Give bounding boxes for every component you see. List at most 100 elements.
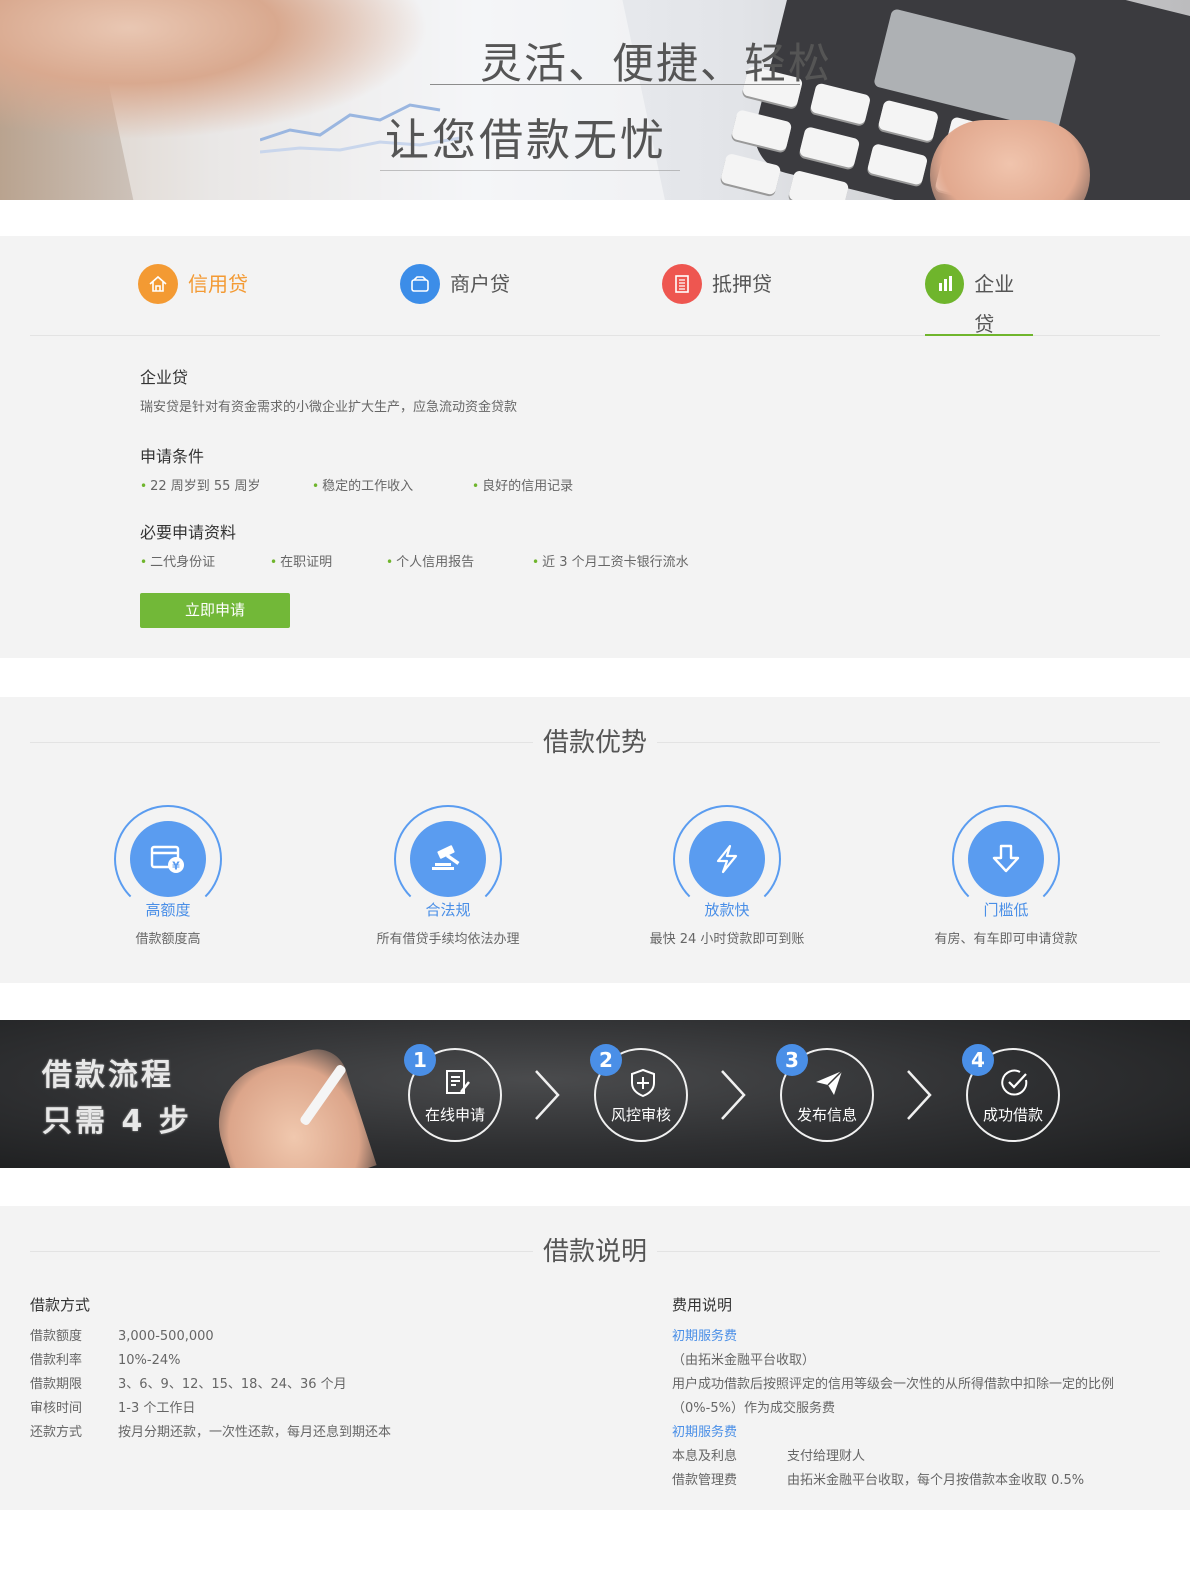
chevron-right-icon bbox=[535, 1070, 560, 1120]
advantages-title: 借款优势 bbox=[532, 728, 657, 758]
conditions-title: 申请条件 bbox=[140, 447, 205, 466]
fee-note: （0%-5%）作为成交服务费 bbox=[672, 1401, 835, 1416]
table-row: 本息及利息 支付给理财人 bbox=[672, 1445, 1172, 1469]
initial-service-fee-link-2[interactable]: 初期服务费 bbox=[672, 1421, 1172, 1445]
fee-details: 费用说明 初期服务费 （由拓米金融平台收取） 用户成功借款后按照评定的信用等级会… bbox=[672, 1294, 1172, 1493]
table-row: 借款期限 3、6、9、12、15、18、24、36 个月 bbox=[30, 1373, 590, 1397]
advantages-title-wrap: 借款优势 bbox=[0, 722, 1190, 759]
banner-finger-image bbox=[930, 120, 1090, 200]
step-number: 4 bbox=[962, 1044, 994, 1076]
tab-label: 信用贷 bbox=[188, 272, 248, 296]
tab-credit-loan[interactable]: 信用贷 bbox=[138, 264, 248, 336]
step-label: 在线申请 bbox=[424, 1106, 485, 1124]
advantage-high-limit: ¥ 高额度 借款额度高 bbox=[38, 805, 298, 947]
explanation-section: 借款说明 借款方式 借款额度 3,000-500,000 借款利率 10%-24% … bbox=[0, 1206, 1190, 1510]
banner-slogan-primary: 灵活、便捷、轻松 bbox=[480, 39, 833, 88]
paper-plane-icon bbox=[816, 1070, 843, 1095]
step-label: 发布信息 bbox=[796, 1106, 857, 1124]
list-item: 个人信用报告 bbox=[386, 551, 532, 570]
banner-hand-image bbox=[0, 0, 430, 140]
tab-merchant-loan[interactable]: 商户贷 bbox=[400, 264, 510, 336]
row-value: 按月分期还款，一次性还款，每月还息到期还本 bbox=[118, 1425, 392, 1440]
icon-ring: ¥ bbox=[114, 805, 222, 913]
table-row: 借款管理费 由拓米金融平台收取，每个月按借款本金收取 0.5% bbox=[672, 1469, 1172, 1493]
advantage-low-threshold: 门槛低 有房、有车即可申请贷款 bbox=[876, 805, 1136, 947]
fee-details-title: 费用说明 bbox=[672, 1296, 733, 1314]
svg-text:¥: ¥ bbox=[172, 860, 180, 873]
shield-plus-icon bbox=[631, 1068, 655, 1098]
product-tabs: 信用贷 商户贷 抵押贷 企业贷 bbox=[30, 236, 1160, 336]
icon-ring bbox=[673, 805, 781, 913]
icon-ring bbox=[394, 805, 502, 913]
advantage-title: 高额度 bbox=[145, 901, 191, 919]
advantage-title: 门槛低 bbox=[983, 901, 1029, 919]
row-key: 借款利率 bbox=[30, 1353, 83, 1368]
row-key: 审核时间 bbox=[30, 1401, 83, 1416]
tab-mortgage-loan[interactable]: 抵押贷 bbox=[662, 264, 772, 336]
lightning-icon bbox=[689, 821, 765, 897]
row-value: 10%-24% bbox=[118, 1353, 181, 1368]
row-key: 还款方式 bbox=[30, 1425, 83, 1440]
chevron-right-icon bbox=[721, 1070, 746, 1120]
row-value: 3,000-500,000 bbox=[118, 1329, 214, 1344]
table-row: 还款方式 按月分期还款，一次性还款，每月还息到期还本 bbox=[30, 1421, 590, 1445]
chalk-hand-image bbox=[203, 1041, 377, 1168]
materials-list: 二代身份证 在职证明 个人信用报告 近 3 个月工资卡银行流水 bbox=[140, 551, 689, 570]
step-number: 1 bbox=[404, 1044, 436, 1076]
process-title: 借款流程 bbox=[42, 1058, 174, 1093]
tab-label: 企业贷 bbox=[974, 272, 1015, 336]
explanation-title-wrap: 借款说明 bbox=[0, 1231, 1190, 1268]
list-item: 近 3 个月工资卡银行流水 bbox=[532, 551, 689, 570]
advantage-desc: 最快 24 小时贷款即可到账 bbox=[649, 932, 805, 947]
process-step-1: 1 在线申请 bbox=[404, 1044, 502, 1142]
tab-enterprise-loan[interactable]: 企业贷 bbox=[925, 264, 1033, 336]
row-value: 由拓米金融平台收取，每个月按借款本金收取 0.5% bbox=[787, 1473, 1085, 1488]
slogan-divider bbox=[430, 84, 800, 85]
row-value: 3、6、9、12、15、18、24、36 个月 bbox=[118, 1377, 347, 1392]
advantage-legal: 合法规 所有借贷手续均依法办理 bbox=[318, 805, 578, 947]
building-icon bbox=[662, 264, 702, 304]
home-icon bbox=[138, 264, 178, 304]
hero-banner: 灵活、便捷、轻松 让您借款无忧 bbox=[0, 0, 1190, 200]
process-step-3: 3 发布信息 bbox=[776, 1044, 874, 1142]
application-conditions: 申请条件 22 周岁到 55 周岁 稳定的工作收入 良好的信用记录 bbox=[140, 443, 573, 494]
process-subtitle: 只需 4 步 bbox=[42, 1104, 192, 1139]
tab-label: 抵押贷 bbox=[712, 272, 772, 296]
fee-note: （由拓米金融平台收取） bbox=[672, 1353, 816, 1368]
form-edit-icon bbox=[446, 1070, 470, 1094]
advantage-desc: 所有借贷手续均依法办理 bbox=[376, 932, 520, 947]
bar-chart-icon bbox=[925, 264, 965, 304]
step-number: 2 bbox=[590, 1044, 622, 1076]
card-yen-icon: ¥ bbox=[130, 821, 206, 897]
list-item: 在职证明 bbox=[270, 551, 386, 570]
icon-ring bbox=[952, 805, 1060, 913]
slogan-divider-2 bbox=[380, 170, 680, 171]
step-label: 成功借款 bbox=[982, 1106, 1043, 1124]
product-section: 信用贷 商户贷 抵押贷 企业贷 企业贷 瑞安贷是针对有资金需求的小微企业扩大生产… bbox=[0, 236, 1190, 658]
advantage-desc: 有房、有车即可申请贷款 bbox=[934, 932, 1078, 947]
conditions-list: 22 周岁到 55 周岁 稳定的工作收入 良好的信用记录 bbox=[140, 475, 573, 494]
tab-label: 商户贷 bbox=[450, 272, 510, 296]
loan-terms: 借款方式 借款额度 3,000-500,000 借款利率 10%-24% 借款期限 3… bbox=[30, 1294, 590, 1445]
row-key: 借款期限 bbox=[30, 1377, 83, 1392]
advantage-fast: 放款快 最快 24 小时贷款即可到账 bbox=[597, 805, 857, 947]
row-value: 支付给理财人 bbox=[787, 1449, 866, 1464]
advantages-section: 借款优势 ¥ 高额度 借款额度高 合法规 所有借贷手续均依法办理 放款快 最快 … bbox=[0, 697, 1190, 983]
row-value: 1-3 个工作日 bbox=[118, 1401, 196, 1416]
advantage-desc: 借款额度高 bbox=[135, 932, 201, 947]
chevron-right-icon bbox=[907, 1070, 932, 1120]
advantage-title: 合法规 bbox=[425, 901, 471, 919]
banner-slogan-secondary: 让您借款无忧 bbox=[385, 115, 667, 166]
apply-now-button[interactable]: 立即申请 bbox=[140, 593, 290, 628]
row-key: 借款管理费 bbox=[672, 1473, 738, 1488]
fee-note: 用户成功借款后按照评定的信用等级会一次性的从所得借款中扣除一定的比例 bbox=[672, 1377, 1115, 1392]
list-item: 稳定的工作收入 bbox=[312, 475, 472, 494]
table-row: 借款额度 3,000-500,000 bbox=[30, 1325, 590, 1349]
initial-service-fee-link[interactable]: 初期服务费 bbox=[672, 1325, 1172, 1349]
process-step-2: 2 风控审核 bbox=[590, 1044, 688, 1142]
product-info: 企业贷 瑞安贷是针对有资金需求的小微企业扩大生产，应急流动资金贷款 bbox=[140, 364, 517, 415]
explanation-title: 借款说明 bbox=[532, 1237, 657, 1267]
process-step-4: 4 成功借款 bbox=[962, 1044, 1060, 1142]
required-materials: 必要申请资料 二代身份证 在职证明 个人信用报告 近 3 个月工资卡银行流水 bbox=[140, 519, 689, 570]
step-label: 风控审核 bbox=[610, 1106, 671, 1124]
